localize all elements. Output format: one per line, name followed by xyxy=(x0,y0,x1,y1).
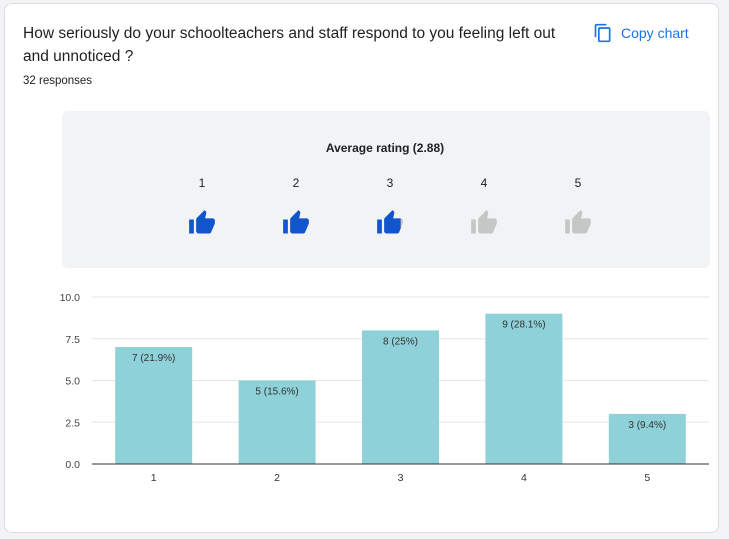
y-tick-label: 2.5 xyxy=(65,417,80,429)
bar-chart: 0.0 2.5 5.0 7.5 10.0 7 (21.9%) 1 5 (15.6%) 2 8 (2… xyxy=(60,292,709,484)
bar-data-label: 5 (15.6%) xyxy=(255,387,298,398)
bar xyxy=(362,330,439,464)
bar xyxy=(485,313,563,464)
y-tick-label: 10.0 xyxy=(60,292,81,304)
x-tick-label: 1 xyxy=(151,472,157,484)
bar xyxy=(115,347,193,464)
bar-data-label: 9 (28.1%) xyxy=(502,320,545,331)
y-tick-label: 0.0 xyxy=(65,459,80,471)
y-tick-label: 7.5 xyxy=(65,334,80,346)
x-tick-label: 3 xyxy=(398,472,404,484)
x-tick-label: 4 xyxy=(521,472,527,484)
bar-data-label: 7 (21.9%) xyxy=(132,353,175,364)
x-tick-label: 5 xyxy=(644,472,650,484)
x-tick-label: 2 xyxy=(274,472,280,484)
bar-data-label: 3 (9.4%) xyxy=(628,420,666,431)
y-tick-label: 5.0 xyxy=(65,376,80,388)
bar-data-label: 8 (25%) xyxy=(383,336,418,347)
